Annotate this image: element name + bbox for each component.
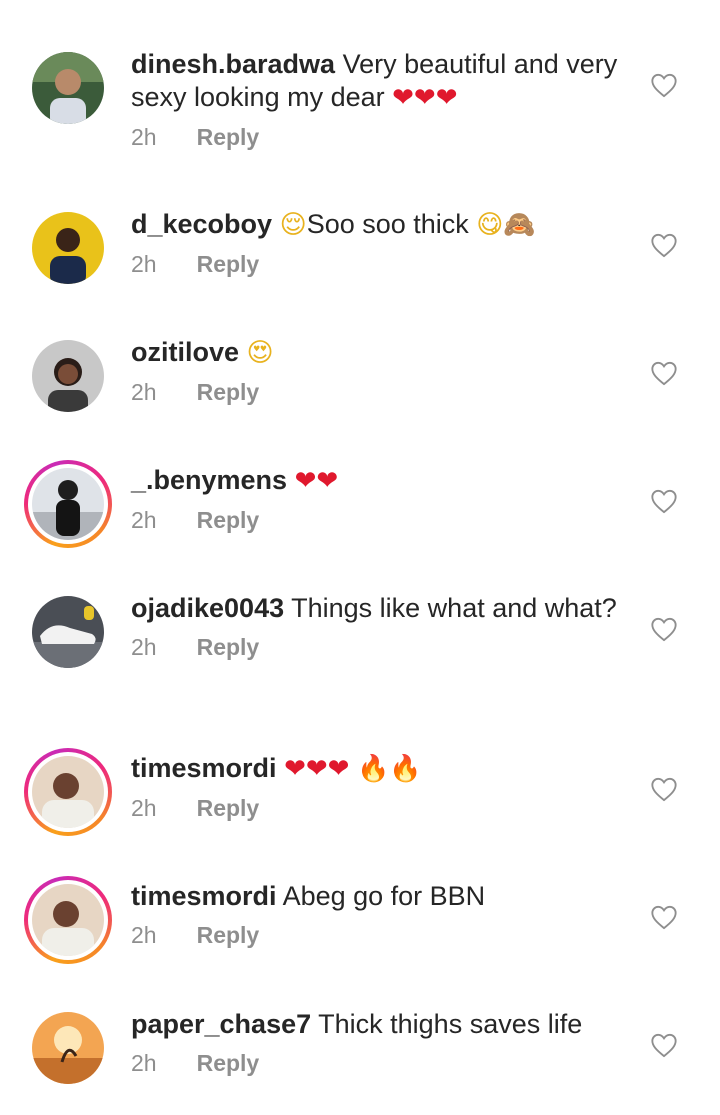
like-heart-icon[interactable]: [650, 616, 678, 642]
timestamp: 2h: [131, 1050, 157, 1076]
username[interactable]: timesmordi: [131, 753, 277, 783]
avatar[interactable]: [24, 460, 112, 548]
boy-avatar-icon: [32, 212, 104, 284]
reply-button[interactable]: Reply: [197, 1050, 260, 1077]
heart-eyes-emoji: 😍: [246, 338, 274, 368]
comment-meta: 2h Reply: [131, 379, 631, 406]
reply-button[interactable]: Reply: [197, 507, 260, 534]
avatar[interactable]: [24, 748, 112, 836]
comment-text: d_kecoboy 😌Soo soo thick 😋🙈: [131, 208, 631, 242]
reply-button[interactable]: Reply: [197, 124, 260, 151]
man-avatar-icon: [32, 756, 104, 828]
avatar[interactable]: [24, 44, 112, 132]
username[interactable]: timesmordi: [131, 881, 277, 911]
username[interactable]: ozitilove: [131, 337, 239, 367]
like-heart-icon[interactable]: [650, 232, 678, 258]
sunset-avatar-icon: [32, 1012, 104, 1084]
comment-text: timesmordi Abeg go for BBN: [131, 880, 631, 913]
reply-button[interactable]: Reply: [197, 922, 260, 949]
like-heart-icon[interactable]: [650, 360, 678, 386]
avatar[interactable]: [24, 332, 112, 420]
timestamp: 2h: [131, 922, 157, 948]
comment-meta: 2h Reply: [131, 124, 631, 151]
person-avatar-icon: [32, 468, 104, 540]
like-heart-icon[interactable]: [650, 1032, 678, 1058]
emoji-group: 😋🙈: [476, 210, 536, 240]
heart-emoji: ❤❤❤: [284, 754, 350, 784]
comment-body: Soo soo thick: [306, 209, 469, 239]
woman-avatar-icon: [32, 340, 104, 412]
timestamp: 2h: [131, 795, 157, 821]
comment-meta: 2h Reply: [131, 922, 631, 949]
timestamp: 2h: [131, 251, 157, 277]
comment-body: Things like what and what?: [291, 593, 617, 623]
like-heart-icon[interactable]: [650, 488, 678, 514]
like-heart-icon[interactable]: [650, 904, 678, 930]
username[interactable]: _.benymens: [131, 465, 287, 495]
reply-button[interactable]: Reply: [197, 634, 260, 661]
comment-meta: 2h Reply: [131, 1050, 631, 1077]
reply-button[interactable]: Reply: [197, 251, 260, 278]
comment-text: ozitilove 😍: [131, 336, 631, 370]
comment-text: _.benymens ❤❤: [131, 464, 631, 498]
man-avatar-icon: [32, 52, 104, 124]
reply-button[interactable]: Reply: [197, 795, 260, 822]
username[interactable]: paper_chase7: [131, 1009, 311, 1039]
username[interactable]: ojadike0043: [131, 593, 284, 623]
comment-text: dinesh.baradwa Very beautiful and very s…: [131, 48, 631, 115]
timestamp: 2h: [131, 124, 157, 150]
man-avatar-icon: [32, 884, 104, 956]
avatar[interactable]: [24, 876, 112, 964]
timestamp: 2h: [131, 634, 157, 660]
like-heart-icon[interactable]: [650, 776, 678, 802]
avatar[interactable]: [24, 204, 112, 292]
comment-meta: 2h Reply: [131, 795, 631, 822]
timestamp: 2h: [131, 379, 157, 405]
heart-emoji: ❤❤: [294, 466, 339, 496]
timestamp: 2h: [131, 507, 157, 533]
comment-meta: 2h Reply: [131, 251, 631, 278]
username[interactable]: dinesh.baradwa: [131, 49, 335, 79]
sneaker-avatar-icon: [32, 596, 104, 668]
comment-text: paper_chase7 Thick thighs saves life: [131, 1008, 631, 1041]
avatar[interactable]: [24, 588, 112, 676]
avatar[interactable]: [24, 1004, 112, 1092]
comment-body: Abeg go for BBN: [282, 881, 486, 911]
fire-emoji: 🔥🔥: [356, 754, 422, 784]
comment-text: ojadike0043 Things like what and what?: [131, 592, 631, 625]
username[interactable]: d_kecoboy: [131, 209, 272, 239]
heart-emoji: ❤❤❤: [392, 83, 458, 113]
like-heart-icon[interactable]: [650, 72, 678, 98]
relieved-emoji: 😌: [279, 210, 307, 240]
comment-text: timesmordi ❤❤❤ 🔥🔥: [131, 752, 631, 786]
comment-body: Thick thighs saves life: [318, 1009, 583, 1039]
comment-meta: 2h Reply: [131, 507, 631, 534]
comment-meta: 2h Reply: [131, 634, 631, 661]
reply-button[interactable]: Reply: [197, 379, 260, 406]
